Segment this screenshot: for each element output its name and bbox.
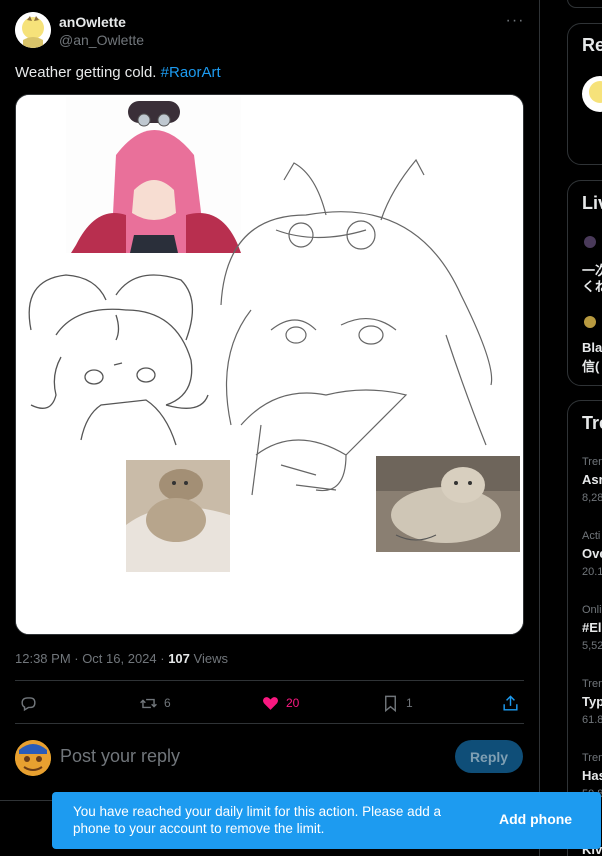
trend-count: 61.8 (582, 714, 602, 726)
author-avatar[interactable] (15, 12, 51, 48)
retweet-button[interactable]: 6 (139, 690, 171, 716)
sidebar-search-card (567, 0, 602, 8)
bookmark-button[interactable]: 1 (381, 690, 413, 716)
trend-context: Tren (582, 678, 602, 690)
relevant-person-avatar[interactable] (582, 76, 602, 112)
trend-name[interactable]: Ove (582, 546, 602, 561)
trend-count: 5,52 (582, 640, 602, 652)
bookmark-count: 1 (406, 696, 413, 710)
snow-leopard-cub-photo (126, 460, 230, 572)
live-title: Liv (582, 193, 602, 213)
share-button[interactable] (501, 690, 520, 716)
trend-context: Acti (582, 530, 601, 542)
tweet-text: Weather getting cold. #RaorArt (15, 64, 221, 81)
trend-name[interactable]: Has (582, 768, 602, 783)
bookmark-icon (385, 695, 396, 712)
trend-count: 8,28 (582, 492, 602, 504)
trends-title: Tre (582, 413, 602, 433)
toast-message: You have reached your daily limit for th… (73, 804, 441, 836)
retweet-icon (140, 698, 157, 708)
live-item-title[interactable]: 信( (582, 356, 599, 375)
add-phone-button[interactable]: Add phone (499, 811, 572, 827)
reference-character-image (66, 97, 241, 253)
live-item-title[interactable]: Bla (582, 340, 602, 355)
author-name[interactable]: anOwlette (59, 14, 126, 30)
trend-name[interactable]: Typ (582, 694, 602, 709)
trend-count: 20.1 (582, 566, 602, 578)
rate-limit-toast: You have reached your daily limit for th… (52, 792, 601, 849)
tweet-meta: 12:38 PM · Oct 16, 2024 · 107 Views (15, 651, 228, 666)
trend-context: Tren (582, 752, 602, 764)
retweet-count: 6 (164, 696, 171, 710)
artwork-illustration (16, 95, 523, 634)
user-avatar[interactable] (15, 740, 51, 776)
timestamp[interactable]: 12:38 PM · Oct 16, 2024 · (15, 651, 168, 666)
tweet-detail-column: anOwlette @an_Owlette ··· Weather gettin… (0, 0, 540, 856)
live-host-avatar (584, 236, 596, 248)
divider (15, 680, 524, 681)
live-item-title[interactable]: くね (582, 276, 602, 295)
trend-context: Tren (582, 456, 602, 468)
heart-filled-icon (262, 696, 279, 710)
reply-input[interactable] (60, 746, 420, 767)
share-icon (503, 694, 518, 711)
like-button[interactable]: 20 (261, 690, 299, 716)
like-count: 20 (286, 696, 300, 710)
reply-button[interactable] (19, 690, 38, 716)
tweet-media-image[interactable] (15, 94, 524, 635)
views-count: 107 (168, 651, 190, 666)
divider (15, 723, 524, 724)
hashtag-link[interactable]: #RaorArt (161, 64, 221, 81)
views-label: Views (189, 651, 228, 666)
author-handle[interactable]: @an_Owlette (59, 32, 144, 48)
snow-leopard-photo (376, 456, 520, 552)
more-options-icon[interactable]: ··· (504, 10, 526, 32)
trend-context: Onli (582, 604, 602, 616)
reply-submit-button[interactable]: Reply (455, 740, 523, 773)
reply-icon (21, 696, 36, 711)
tweet-body: Weather getting cold. (15, 64, 161, 81)
relevant-people-title: Re (582, 35, 602, 55)
trend-name[interactable]: Asr (582, 472, 602, 487)
trend-name[interactable]: #El (582, 620, 602, 635)
live-host-avatar (584, 316, 596, 328)
